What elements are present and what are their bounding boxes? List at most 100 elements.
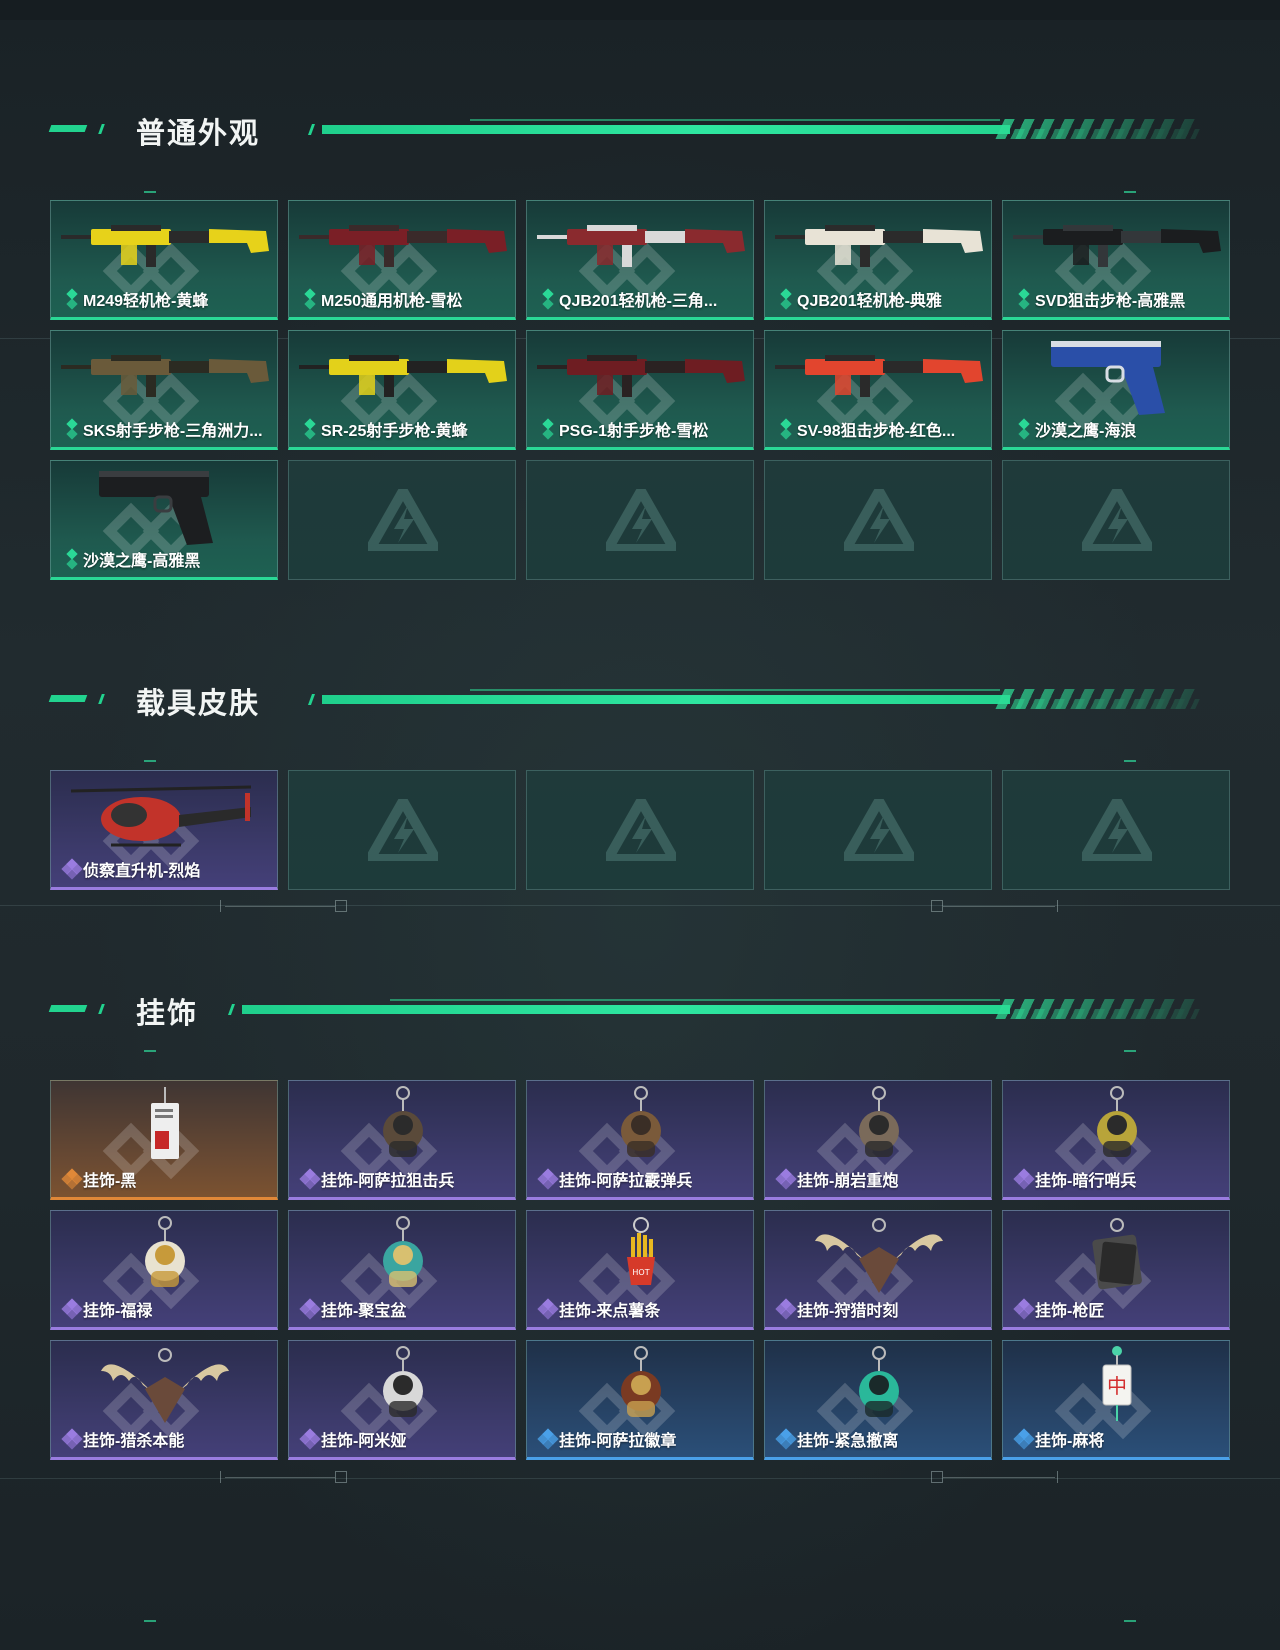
item-name: 沙漠之鹰-高雅黑 — [83, 553, 201, 570]
rarity-icon — [61, 858, 83, 880]
empty-slot — [288, 770, 516, 890]
placeholder-logo-icon — [1075, 790, 1159, 864]
item-card[interactable]: 挂饰-阿萨拉霰弹兵 — [526, 1080, 754, 1200]
item-card[interactable]: HOT 挂饰-来点薯条 — [526, 1210, 754, 1330]
item-name: 沙漠之鹰-海浪 — [1035, 423, 1137, 440]
item-card[interactable]: PSG-1射手步枪-雪松 — [526, 330, 754, 450]
rarity-icon — [61, 1168, 83, 1190]
empty-slot — [1002, 770, 1230, 890]
rifle-icon — [1003, 201, 1229, 293]
placeholder-logo-icon — [599, 480, 683, 554]
item-name: 侦察直升机-烈焰 — [83, 863, 201, 880]
divider-line — [0, 1478, 1280, 1479]
header-slash — [307, 694, 316, 705]
item-card[interactable]: 侦察直升机-烈焰 — [50, 770, 278, 890]
deco-tick — [144, 1050, 156, 1052]
section-header: 普通外观 — [48, 108, 1205, 150]
header-slash — [227, 1004, 236, 1015]
item-grid-charms: 挂饰-黑 挂饰-阿萨拉狙击兵 挂饰-阿萨拉霰弹兵 挂饰-崩岩重炮 挂饰-暗行哨兵… — [50, 1080, 1230, 1460]
item-card[interactable]: SV-98狙击步枪-红色... — [764, 330, 992, 450]
item-card[interactable]: 沙漠之鹰-高雅黑 — [50, 460, 278, 580]
item-card[interactable]: 挂饰-暗行哨兵 — [1002, 1080, 1230, 1200]
header-checker — [995, 999, 1205, 1019]
rifle-icon — [289, 331, 515, 423]
empty-slot — [526, 460, 754, 580]
item-name: 挂饰-麻将 — [1035, 1433, 1105, 1450]
tag-charm-icon — [51, 1081, 277, 1173]
item-card[interactable]: 沙漠之鹰-海浪 — [1002, 330, 1230, 450]
rarity-icon — [775, 1298, 797, 1320]
placeholder-logo-icon — [837, 480, 921, 554]
deco-bar — [225, 1477, 335, 1478]
placeholder-logo-icon — [1075, 480, 1159, 554]
deco-box — [335, 1471, 347, 1483]
item-card[interactable]: 挂饰-猎杀本能 — [50, 1340, 278, 1460]
item-grid-weapons: M249轻机枪-黄蜂 M250通用机枪-雪松 QJB201轻机枪-三角... Q… — [50, 200, 1230, 580]
deco-bar — [220, 900, 221, 912]
item-card[interactable]: 挂饰-紧急撤离 — [764, 1340, 992, 1460]
rarity-icon — [63, 418, 81, 440]
header-slash — [98, 694, 105, 704]
deco-tick — [144, 1620, 156, 1622]
item-grid-vehicles: 侦察直升机-烈焰 — [50, 770, 1230, 890]
empty-slot — [764, 460, 992, 580]
item-card[interactable]: 中 挂饰-麻将 — [1002, 1340, 1230, 1460]
deco-bar — [225, 906, 335, 907]
item-card[interactable]: SR-25射手步枪-黄蜂 — [288, 330, 516, 450]
header-thin-line — [470, 689, 1000, 691]
item-card[interactable]: 挂饰-阿萨拉狙击兵 — [288, 1080, 516, 1200]
item-card[interactable]: 挂饰-福禄 — [50, 1210, 278, 1330]
item-name: SR-25射手步枪-黄蜂 — [321, 423, 468, 440]
rarity-icon — [777, 288, 795, 310]
item-card[interactable]: 挂饰-阿萨拉徽章 — [526, 1340, 754, 1460]
deco-tick — [144, 760, 156, 762]
item-name: QJB201轻机枪-典雅 — [797, 293, 942, 310]
rarity-icon — [537, 1168, 559, 1190]
rarity-icon — [63, 548, 81, 570]
deco-box — [931, 1471, 943, 1483]
item-card[interactable]: QJB201轻机枪-三角... — [526, 200, 754, 320]
gourd-charm-icon — [51, 1211, 277, 1303]
rifle-icon — [51, 201, 277, 293]
item-card[interactable]: SVD狙击步枪-高雅黑 — [1002, 200, 1230, 320]
header-dash — [48, 125, 88, 132]
deco-tick — [1124, 191, 1136, 193]
item-card[interactable]: QJB201轻机枪-典雅 — [764, 200, 992, 320]
rarity-icon — [299, 1298, 321, 1320]
soldier-charm-icon — [527, 1081, 753, 1173]
rarity-icon — [1015, 418, 1033, 440]
rarity-icon — [63, 288, 81, 310]
item-name: SV-98狙击步枪-红色... — [797, 423, 956, 440]
item-name: 挂饰-阿萨拉徽章 — [559, 1433, 677, 1450]
empty-slot — [526, 770, 754, 890]
item-name: SKS射手步枪-三角洲力... — [83, 423, 263, 440]
soldier-charm-icon — [1003, 1081, 1229, 1173]
item-card[interactable]: 挂饰-枪匠 — [1002, 1210, 1230, 1330]
item-name: 挂饰-暗行哨兵 — [1035, 1173, 1137, 1190]
item-card[interactable]: 挂饰-阿米娅 — [288, 1340, 516, 1460]
rifle-icon — [765, 201, 991, 293]
header-checker — [995, 689, 1205, 709]
item-card[interactable]: 挂饰-聚宝盆 — [288, 1210, 516, 1330]
item-card[interactable]: SKS射手步枪-三角洲力... — [50, 330, 278, 450]
rifle-icon — [289, 201, 515, 293]
section-title: 挂饰 — [136, 998, 199, 1030]
item-card[interactable]: M250通用机枪-雪松 — [288, 200, 516, 320]
header-bar — [242, 1005, 1010, 1014]
rifle-icon — [527, 201, 753, 293]
item-card[interactable]: 挂饰-崩岩重炮 — [764, 1080, 992, 1200]
deco-box — [335, 900, 347, 912]
section-header: 挂饰 — [48, 988, 1205, 1030]
item-card[interactable]: 挂饰-黑 — [50, 1080, 278, 1200]
deco-bar — [943, 906, 1055, 907]
item-card[interactable]: M249轻机枪-黄蜂 — [50, 200, 278, 320]
header-slash — [98, 124, 105, 134]
deco-tick — [1124, 1050, 1136, 1052]
antler-charm-icon — [765, 1211, 991, 1303]
deco-tick — [1124, 760, 1136, 762]
rarity-icon — [775, 1168, 797, 1190]
empty-slot — [1002, 460, 1230, 580]
badge-charm-icon — [527, 1341, 753, 1433]
item-card[interactable]: 挂饰-狩猎时刻 — [764, 1210, 992, 1330]
rarity-icon — [299, 1428, 321, 1450]
